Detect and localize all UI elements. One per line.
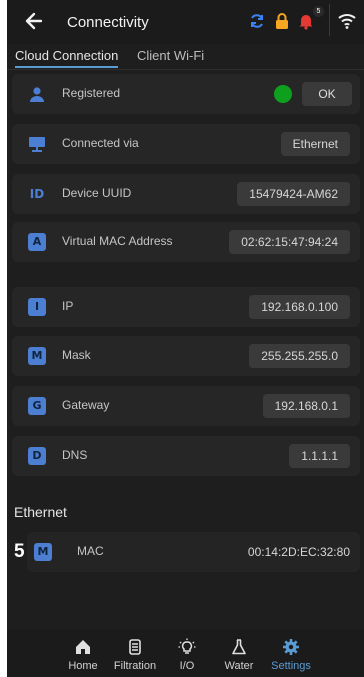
tab-bar: Cloud Connection Client Wi-Fi (7, 44, 364, 72)
nav-label: Filtration (113, 660, 157, 672)
nav-io[interactable]: I/O (157, 630, 217, 677)
tab-cloud-connection[interactable]: Cloud Connection (15, 48, 118, 63)
ok-button[interactable]: OK (302, 82, 352, 106)
ethernet-mac-value: 00:14:2D:EC:32:80 (247, 545, 350, 559)
gear-icon (283, 639, 299, 655)
sync-icon[interactable] (248, 12, 266, 30)
nav-home[interactable]: Home (53, 630, 113, 677)
registered-label: Registered (62, 86, 121, 100)
tab-divider (7, 69, 364, 70)
step-number: 5 (14, 541, 25, 562)
active-tab-indicator (15, 66, 118, 68)
nav-label: Settings (271, 660, 311, 672)
filter-icon (129, 639, 141, 655)
device-uuid-label: Device UUID (62, 186, 132, 200)
flask-icon (232, 639, 246, 655)
dns-label: DNS (62, 448, 88, 462)
nav-label: I/O (179, 660, 195, 672)
nav-water[interactable]: Water (209, 630, 269, 677)
user-icon (30, 87, 44, 102)
lock-icon[interactable] (273, 12, 291, 30)
letter-g-icon: G (28, 397, 46, 415)
ethernet-mac-row: M MAC 00:14:2D:EC:32:80 (27, 532, 360, 572)
mask-row: M Mask 255.255.255.0 (12, 336, 360, 376)
ip-row: I IP 192.168.0.100 (12, 287, 360, 327)
connected-via-row: Connected via Ethernet (12, 124, 360, 164)
virtual-mac-row: A Virtual MAC Address 02:62:15:47:94:24 (12, 222, 360, 262)
home-icon (76, 640, 90, 654)
device-uuid-value: 15479424-AM62 (237, 182, 350, 206)
letter-i-icon: I (28, 298, 46, 316)
top-bar: Connectivity 5 (7, 0, 364, 44)
ip-value: 192.168.0.100 (249, 295, 350, 319)
wifi-icon[interactable] (338, 12, 356, 30)
device-uuid-row: ID Device UUID 15479424-AM62 (12, 174, 360, 214)
gateway-label: Gateway (62, 398, 110, 412)
top-bar-divider (329, 4, 330, 36)
gateway-value: 192.168.0.1 (262, 394, 350, 418)
app-screen: Connectivity 5 Cloud Connection Client W… (7, 0, 364, 677)
dns-row: D DNS 1.1.1.1 (12, 436, 360, 476)
letter-a-icon: A (28, 233, 46, 251)
nav-label: Home (68, 660, 98, 672)
virtual-mac-label: Virtual MAC Address (62, 234, 173, 248)
letter-m-icon: M (34, 543, 52, 561)
registered-row: Registered OK (12, 74, 360, 114)
tab-client-wifi[interactable]: Client Wi-Fi (137, 48, 204, 63)
nav-filtration[interactable]: Filtration (105, 630, 165, 677)
ethernet-section-title: Ethernet (14, 504, 67, 520)
mask-value: 255.255.255.0 (249, 344, 350, 368)
connected-via-value: Ethernet (280, 132, 350, 156)
ip-label: IP (62, 299, 74, 313)
dns-value: 1.1.1.1 (289, 444, 350, 468)
bottom-nav: Home Filtration I/O Water Settings (7, 630, 364, 677)
letter-m-icon: M (28, 347, 46, 365)
monitor-icon (29, 137, 45, 152)
notification-badge: 5 (313, 6, 324, 17)
bell-icon[interactable] (297, 12, 315, 30)
id-icon: ID (29, 187, 45, 201)
registered-status-indicator (274, 85, 292, 103)
bulb-icon (178, 638, 196, 654)
ethernet-mac-label: MAC (77, 544, 104, 558)
nav-label: Water (224, 660, 254, 672)
virtual-mac-value: 02:62:15:47:94:24 (229, 230, 350, 254)
back-arrow-icon[interactable] (23, 10, 45, 32)
mask-label: Mask (62, 348, 91, 362)
page-title: Connectivity (67, 14, 149, 31)
letter-d-icon: D (28, 447, 46, 465)
connected-via-label: Connected via (62, 136, 139, 150)
nav-settings[interactable]: Settings (261, 630, 321, 677)
gateway-row: G Gateway 192.168.0.1 (12, 386, 360, 426)
